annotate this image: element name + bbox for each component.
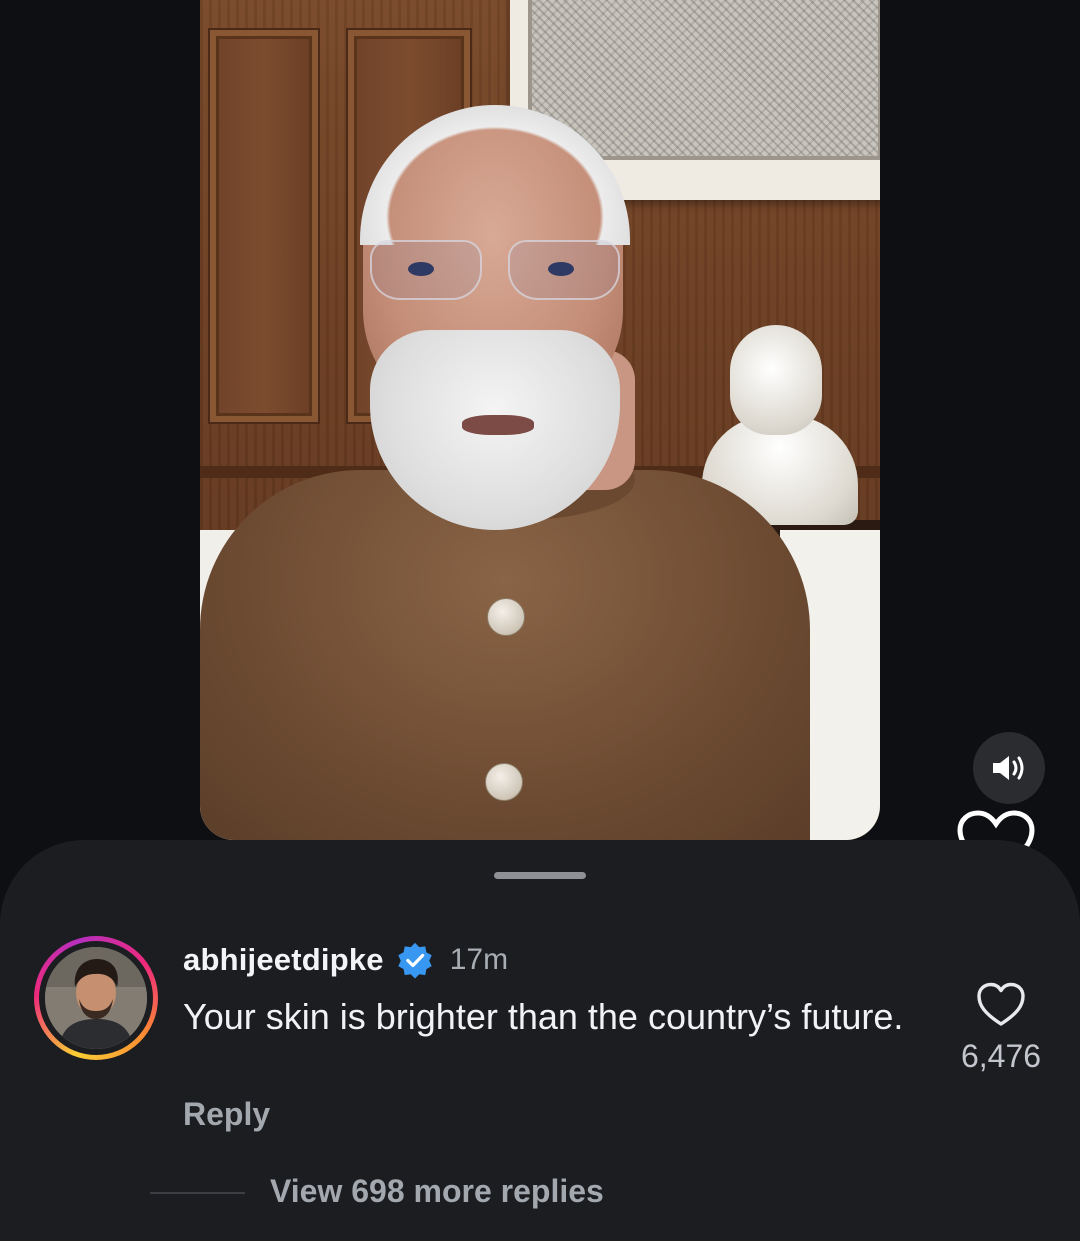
eye — [548, 262, 574, 276]
vest-button — [487, 598, 525, 636]
vest-button — [485, 763, 523, 801]
comment-like-count: 6,476 — [960, 1038, 1042, 1074]
comment-timestamp: 17m — [449, 943, 509, 976]
comment-text: Your skin is brighter than the country’s… — [183, 996, 904, 1037]
sound-toggle-button[interactable] — [973, 732, 1045, 804]
sheet-drag-handle[interactable] — [494, 872, 586, 879]
reply-button[interactable]: Reply — [183, 1096, 270, 1133]
speaker-on-icon — [993, 756, 1024, 780]
mouth — [462, 415, 534, 435]
avatar[interactable] — [45, 947, 147, 1049]
wood-panel — [210, 30, 318, 422]
reel-screen: abhijeetdipke 17m Your skin is brighter … — [0, 0, 1080, 1241]
verified-badge-icon — [397, 942, 432, 979]
statue-head — [730, 325, 822, 435]
avatar-photo — [45, 947, 147, 1049]
replies-divider — [150, 1192, 245, 1194]
comment-username[interactable]: abhijeetdipke — [183, 942, 384, 978]
view-more-replies-button[interactable]: View 698 more replies — [270, 1173, 604, 1210]
heart-outline-icon[interactable] — [976, 982, 1026, 1028]
comments-sheet: abhijeetdipke 17m Your skin is brighter … — [0, 840, 1080, 1241]
eye — [408, 262, 434, 276]
story-ring[interactable] — [34, 936, 158, 1060]
glasses — [360, 240, 630, 300]
reel-video[interactable] — [200, 0, 880, 840]
comment-header: abhijeetdipke 17m — [183, 940, 508, 980]
